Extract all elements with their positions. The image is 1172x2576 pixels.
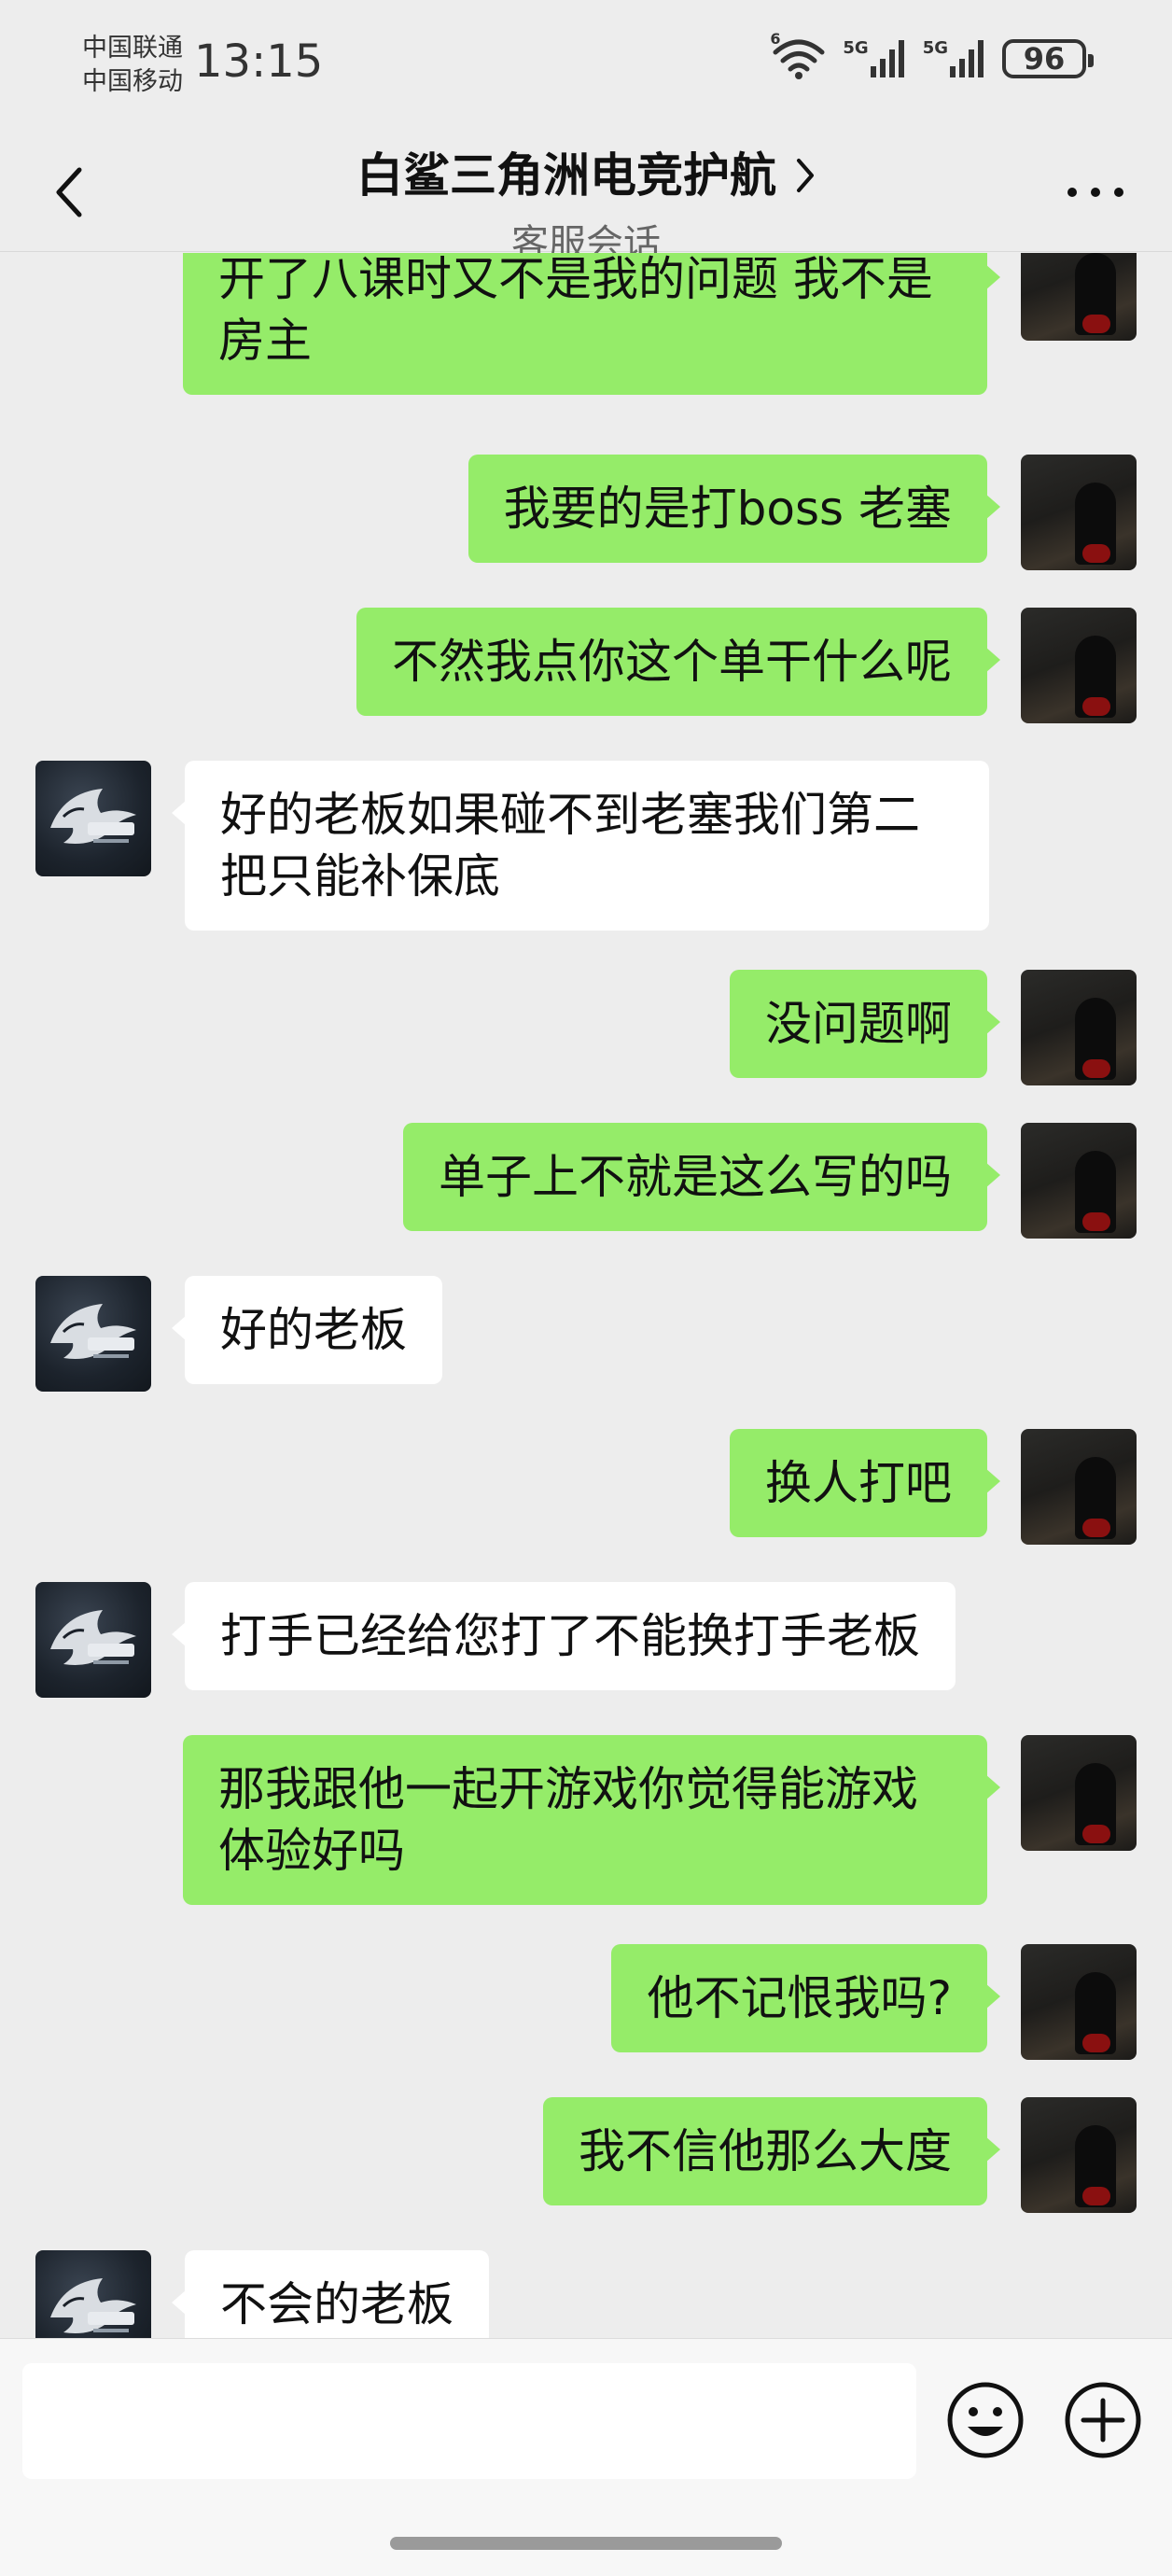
input-bar — [0, 2338, 1172, 2576]
carrier-names: 中国联通 中国移动 — [82, 32, 183, 99]
message-bubble[interactable]: 没问题啊 — [730, 970, 1000, 1078]
message-bubble[interactable]: 他不记恨我吗? — [611, 1944, 1000, 2052]
message-bubble[interactable]: 好的老板如果碰不到老塞我们第二把只能补保底 — [172, 761, 989, 931]
chat-title-text: 白鲨三角洲电竞护航 — [356, 148, 776, 203]
emoji-icon — [947, 2382, 1024, 2458]
chat-title[interactable]: 白鲨三角洲电竞护航 — [356, 151, 816, 200]
more-dot — [1091, 188, 1100, 197]
signal-1: 5G — [843, 38, 905, 79]
service-avatar[interactable] — [35, 1582, 151, 1698]
message-input[interactable] — [22, 2363, 916, 2479]
home-indicator[interactable] — [390, 2537, 782, 2550]
shark-logo-icon — [50, 1304, 136, 1359]
signal-bars-icon — [870, 40, 904, 77]
chevron-right-icon — [795, 157, 816, 194]
status-icons: 6 5G 5G 96 — [770, 30, 1094, 80]
user-avatar[interactable] — [1021, 1429, 1137, 1545]
user-avatar[interactable] — [1021, 1944, 1137, 2060]
user-avatar[interactable] — [1021, 253, 1137, 341]
carrier-1: 中国联通 — [82, 34, 183, 63]
wifi-icon: 6 — [770, 30, 826, 80]
more-functions-button[interactable] — [1063, 2380, 1143, 2460]
service-avatar[interactable] — [35, 2250, 151, 2338]
service-avatar[interactable] — [35, 761, 151, 876]
message-bubble[interactable]: 我要的是打boss 老塞 — [467, 455, 1001, 563]
signal-2: 5G — [923, 38, 985, 79]
chat-header: 白鲨三角洲电竞护航 客服会话 — [0, 131, 1172, 265]
message-bubble[interactable]: 我不信他那么大度 — [543, 2097, 1000, 2205]
signal-1-label: 5G — [843, 38, 869, 58]
emoji-button[interactable] — [945, 2380, 1026, 2460]
chat-title-area[interactable]: 白鲨三角洲电竞护航 客服会话 — [0, 131, 1172, 267]
message-bubble[interactable]: 开了八课时又不是我的问题 我不是房主 — [183, 253, 1000, 395]
user-avatar[interactable] — [1021, 608, 1137, 723]
user-avatar[interactable] — [1021, 455, 1137, 570]
message-bubble[interactable]: 换人打吧 — [730, 1429, 1000, 1537]
user-avatar[interactable] — [1021, 970, 1137, 1085]
status-bar: 中国联通 中国移动 13:15 6 5G 5G 96 — [0, 0, 1172, 131]
user-avatar[interactable] — [1021, 1123, 1137, 1239]
chat-message-list[interactable]: 开了八课时又不是我的问题 我不是房主 我要的是打boss 老塞 不然我点你这个单… — [0, 253, 1172, 2338]
message-bubble[interactable]: 打手已经给您打了不能换打手老板 — [172, 1582, 956, 1690]
service-avatar[interactable] — [35, 1276, 151, 1392]
message-bubble[interactable]: 那我跟他一起开游戏你觉得能游戏体验好吗 — [183, 1735, 1000, 1905]
carrier-2: 中国移动 — [82, 67, 183, 96]
message-bubble[interactable]: 单子上不就是这么写的吗 — [403, 1123, 1000, 1231]
more-dot — [1114, 188, 1123, 197]
message-bubble[interactable]: 不然我点你这个单干什么呢 — [356, 608, 1000, 716]
message-bubble[interactable]: 不会的老板 — [172, 2250, 489, 2338]
more-button[interactable] — [1067, 174, 1123, 211]
plus-circle-icon — [1065, 2382, 1141, 2458]
battery-indicator: 96 — [1002, 39, 1094, 78]
wifi-label: 6 — [770, 30, 781, 48]
clock: 13:15 — [194, 35, 324, 88]
user-avatar[interactable] — [1021, 1735, 1137, 1851]
user-avatar[interactable] — [1021, 2097, 1137, 2213]
more-dots-icon — [1067, 188, 1077, 197]
battery-level: 96 — [1023, 41, 1066, 77]
signal-bars-icon — [950, 40, 984, 77]
shark-logo-icon — [50, 789, 136, 844]
shark-logo-icon — [50, 1610, 136, 1665]
message-bubble[interactable]: 好的老板 — [172, 1276, 442, 1384]
shark-logo-icon — [50, 2278, 136, 2333]
signal-2-label: 5G — [922, 38, 948, 58]
